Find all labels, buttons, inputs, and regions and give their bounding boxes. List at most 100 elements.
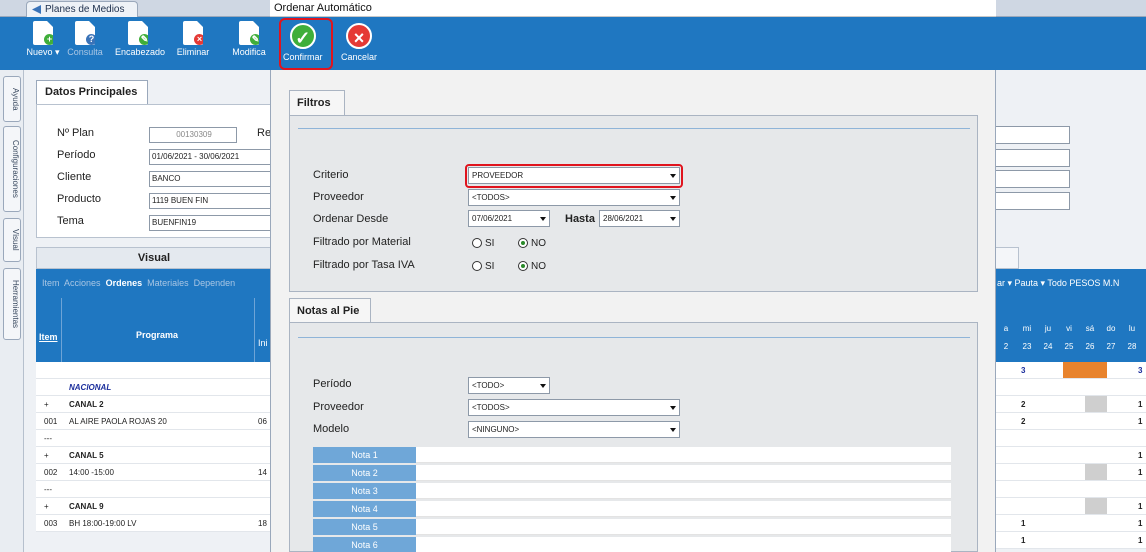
grid-header: Item Programa Ini <box>36 298 272 362</box>
modelo-value: <NINGUNO> <box>472 425 520 434</box>
nota-input[interactable] <box>416 465 951 481</box>
desde-date-picker[interactable]: 07/06/2021 <box>468 210 550 227</box>
row-item: 001 <box>44 417 58 426</box>
side-tab-visual[interactable]: Visual <box>3 218 21 262</box>
weekday-label: vi <box>1066 324 1072 333</box>
nota-label: Nota 1 <box>313 447 416 463</box>
calendar-cell: 1 <box>1138 519 1143 528</box>
calendar-row: 21 <box>995 413 1146 430</box>
field-label-producto: Producto <box>57 193 102 205</box>
notas-al-pie-tab[interactable]: Notas al Pie <box>289 298 371 323</box>
calendar-row <box>995 481 1146 498</box>
side-tab-ayuda[interactable]: Ayuda <box>3 76 21 122</box>
field-label-periodo: Período <box>57 149 96 161</box>
row-ini: 14 <box>258 468 267 477</box>
filtrado-tasa-label: Filtrado por Tasa IVA <box>313 259 415 271</box>
encabezado-label: Encabezado <box>115 47 166 57</box>
modify-document-icon: ✎ <box>239 21 259 45</box>
nota-label: Nota 3 <box>313 483 416 499</box>
table-row[interactable]: 001 AL AIRE PAOLA ROJAS 20 06 <box>36 413 272 430</box>
nota-input[interactable] <box>416 519 951 535</box>
periodo-select[interactable]: <TODO> <box>468 377 550 394</box>
col-ini-header: Ini <box>258 338 268 348</box>
plan-number-field[interactable]: 00130309 <box>149 127 237 143</box>
side-tab-herramientas[interactable]: Herramientas <box>3 268 21 340</box>
nota-label: Nota 6 <box>313 537 416 552</box>
modifica-button[interactable]: ✎ Modifica <box>226 21 272 57</box>
menu-acciones[interactable]: Acciones <box>64 278 101 288</box>
cancelar-button[interactable]: × Cancelar <box>341 23 377 62</box>
delete-document-icon: × <box>183 21 203 45</box>
material-no-radio[interactable] <box>518 238 528 248</box>
row-item: --- <box>44 434 52 443</box>
field-label-cliente: Cliente <box>57 171 92 183</box>
calendar-cell: 1 <box>1138 417 1143 426</box>
row-item: --- <box>44 485 52 494</box>
menu-dependencias[interactable]: Dependen <box>194 278 236 288</box>
hasta-date-picker[interactable]: 28/06/2021 <box>599 210 680 227</box>
periodo-field[interactable]: 01/06/2021 - 30/06/2021 <box>149 149 273 165</box>
tasa-si-radio[interactable] <box>472 261 482 271</box>
calendar-cell: 3 <box>1021 366 1026 375</box>
nuevo-button[interactable]: + Nuevo ▾ <box>20 21 66 58</box>
cliente-field[interactable]: BANCO <box>149 171 273 187</box>
col-programa-header[interactable]: Programa <box>136 330 178 340</box>
calendar-cell: 2 <box>1021 400 1026 409</box>
table-row[interactable] <box>36 362 272 379</box>
table-row[interactable]: + CANAL 5 <box>36 447 272 464</box>
eliminar-button[interactable]: × Eliminar <box>170 21 216 57</box>
eliminar-label: Eliminar <box>176 47 210 57</box>
datos-principales-tab[interactable]: Datos Principales <box>36 80 148 104</box>
table-row[interactable]: NACIONAL <box>36 379 272 396</box>
menu-ordenes[interactable]: Ordenes <box>106 278 143 288</box>
row-item: 002 <box>44 468 58 477</box>
tab-planes-de-medios[interactable]: Planes de Medios <box>26 1 138 17</box>
calendar-row: 33 <box>995 362 1146 379</box>
weekday-label: do <box>1106 324 1116 333</box>
notas-proveedor-label: Proveedor <box>313 401 364 413</box>
calendar-cell: 1 <box>1021 519 1026 528</box>
right-field-3[interactable] <box>995 170 1070 188</box>
nuevo-label: Nuevo ▾ <box>26 47 60 57</box>
table-row[interactable]: --- <box>36 430 272 447</box>
confirm-highlight-frame <box>279 18 333 70</box>
menu-materiales[interactable]: Materiales <box>147 278 189 288</box>
material-si-radio[interactable] <box>472 238 482 248</box>
edit-document-icon: ✎ <box>128 21 148 45</box>
nota-input[interactable] <box>416 537 951 552</box>
tasa-no-label: NO <box>531 261 546 272</box>
table-row[interactable]: --- <box>36 481 272 498</box>
filtros-tab[interactable]: Filtros <box>289 90 345 115</box>
calendar-cell: 1 <box>1138 400 1143 409</box>
notas-proveedor-select[interactable]: <TODOS> <box>468 399 680 416</box>
row-item: + <box>44 502 49 511</box>
right-toolbar[interactable]: ar ▾ Pauta ▾ Todo PESOS M.N <box>995 269 1146 298</box>
table-row[interactable]: 002 14:00 -15:00 14 <box>36 464 272 481</box>
calendar-cell: 1 <box>1138 502 1143 511</box>
producto-field[interactable]: 1119 BUEN FIN <box>149 193 273 209</box>
query-document-icon: ? <box>75 21 95 45</box>
nota-input[interactable] <box>416 447 951 463</box>
right-field-4[interactable] <box>995 192 1070 210</box>
tasa-no-radio[interactable] <box>518 261 528 271</box>
right-field-2[interactable] <box>995 149 1070 167</box>
col-item-header[interactable]: Item <box>39 332 58 342</box>
encabezado-button[interactable]: ✎ Encabezado <box>115 21 165 57</box>
table-row[interactable]: + CANAL 9 <box>36 498 272 515</box>
consulta-button[interactable]: ? Consulta <box>62 21 108 57</box>
menu-item[interactable]: Item <box>42 278 60 288</box>
dropdown-arrow-icon <box>540 384 546 388</box>
nota-input[interactable] <box>416 501 951 517</box>
nota-label: Nota 5 <box>313 519 416 535</box>
field-label-tema: Tema <box>57 215 84 227</box>
row-ini: 18 <box>258 519 267 528</box>
right-field-1[interactable] <box>995 126 1070 144</box>
table-row[interactable]: + CANAL 2 <box>36 396 272 413</box>
nota-input[interactable] <box>416 483 951 499</box>
modelo-select[interactable]: <NINGUNO> <box>468 421 680 438</box>
side-tab-configuraciones[interactable]: Configuraciones <box>3 126 21 212</box>
proveedor-select[interactable]: <TODOS> <box>468 189 680 206</box>
dropdown-arrow-icon <box>540 217 546 221</box>
tema-field[interactable]: BUENFIN19 <box>149 215 273 231</box>
table-row[interactable]: 003 BH 18:00-19:00 LV 18 <box>36 515 272 532</box>
